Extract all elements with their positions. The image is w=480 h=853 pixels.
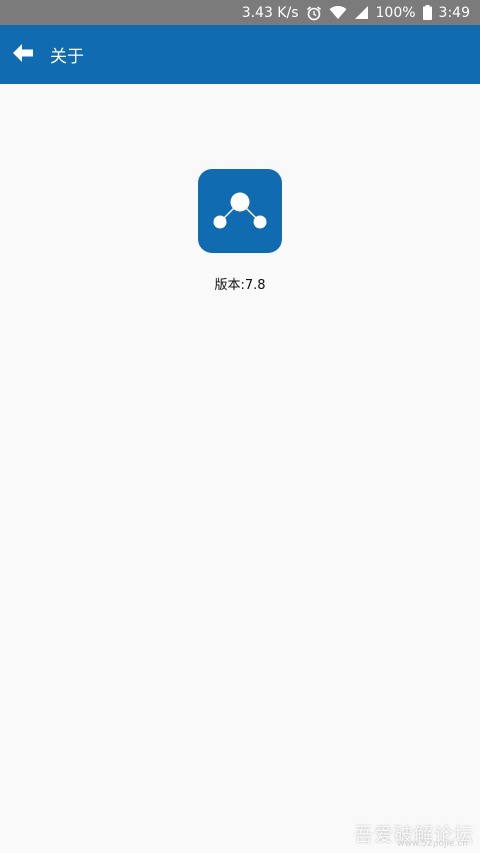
cellular-signal-icon	[354, 5, 369, 20]
battery-percent: 100%	[375, 4, 416, 21]
about-content: 版本:7.8	[0, 84, 480, 853]
wifi-icon	[329, 5, 347, 20]
app-bar: 关于	[0, 25, 480, 84]
clock-time: 3:49	[438, 4, 470, 21]
network-speed: 3.43 K/s	[241, 4, 299, 21]
status-bar: 3.43 K/s 100% 3:49	[0, 0, 480, 25]
battery-icon	[422, 5, 432, 20]
screen: 3.43 K/s 100% 3:49 关于 版本:7.8 吾爱破解论坛 www.…	[0, 0, 480, 853]
page-title: 关于	[50, 47, 84, 67]
back-arrow-icon	[13, 43, 33, 66]
alarm-icon	[306, 5, 322, 21]
watermark-url: www.52pojie.cn	[397, 839, 468, 849]
app-logo-icon	[198, 169, 282, 253]
back-button[interactable]	[0, 25, 46, 84]
version-text: 版本:7.8	[214, 278, 266, 293]
